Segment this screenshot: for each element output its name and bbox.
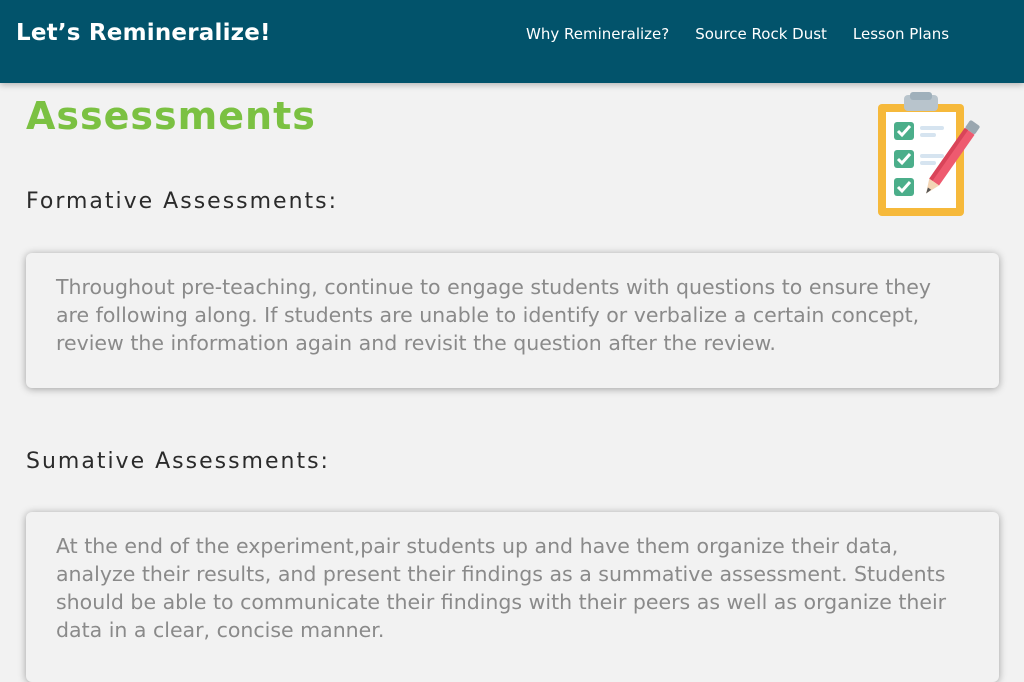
formative-assessments-card: Throughout pre-teaching, continue to eng…	[26, 253, 999, 388]
nav-link-lesson-plans[interactable]: Lesson Plans	[853, 25, 949, 43]
formative-assessments-text: Throughout pre-teaching, continue to eng…	[56, 275, 931, 355]
nav-link-why-remineralize[interactable]: Why Remineralize?	[526, 25, 669, 43]
top-navbar: Let’s Remineralize! Why Remineralize? So…	[0, 0, 1024, 83]
page-title: Assessments	[26, 94, 316, 138]
summative-assessments-card: At the end of the experiment,pair studen…	[26, 512, 999, 682]
summative-assessments-heading: Sumative Assessments:	[26, 449, 330, 474]
nav-link-source-rock-dust[interactable]: Source Rock Dust	[695, 25, 827, 43]
formative-assessments-heading: Formative Assessments:	[26, 189, 339, 214]
nav-links: Why Remineralize? Source Rock Dust Lesso…	[526, 25, 949, 43]
site-logo-link[interactable]: Let’s Remineralize!	[16, 20, 271, 46]
clipboard-checklist-icon	[878, 92, 980, 216]
summative-assessments-text: At the end of the experiment,pair studen…	[56, 534, 947, 642]
